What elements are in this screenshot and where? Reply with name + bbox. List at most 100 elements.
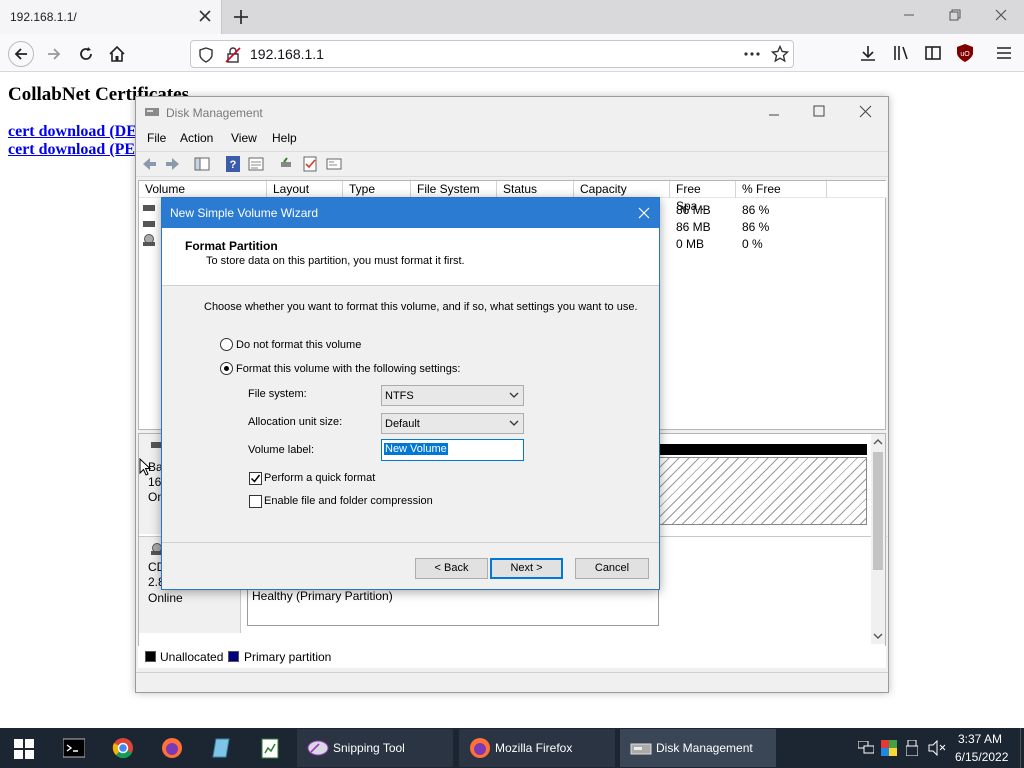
drive-icon: [143, 221, 155, 227]
clock-date[interactable]: 6/15/2022: [955, 750, 1008, 764]
help-icon[interactable]: ?: [226, 156, 240, 172]
menu-view[interactable]: View: [231, 131, 257, 145]
menu-action[interactable]: Action: [180, 131, 213, 145]
quick-format-label[interactable]: Perform a quick format: [264, 472, 375, 484]
page-actions-icon[interactable]: [743, 46, 761, 62]
show-hide-console-tree-icon[interactable]: [194, 156, 210, 172]
network-icon[interactable]: [858, 741, 874, 755]
radio-selected-dot: [224, 366, 229, 371]
connect-icon[interactable]: [278, 156, 294, 172]
close-icon[interactable]: [638, 207, 650, 219]
show-desktop-button[interactable]: [1020, 728, 1024, 768]
menu-help[interactable]: Help: [272, 131, 297, 145]
color-settings-icon[interactable]: [881, 740, 897, 756]
radio-do-not-format[interactable]: [220, 338, 233, 351]
cert-download-link-1[interactable]: cert download (DE: [8, 123, 137, 141]
spreadsheet-app-icon[interactable]: [259, 737, 281, 759]
wizard-page-subtitle: To store data on this partition, you mus…: [206, 255, 465, 267]
tab-active[interactable]: 192.168.1.1/: [0, 0, 222, 34]
back-icon[interactable]: [8, 41, 34, 67]
file-system-select[interactable]: NTFS: [381, 385, 524, 406]
checklist-icon[interactable]: [302, 156, 318, 172]
notepad-app-icon[interactable]: [210, 737, 232, 759]
unallocated-region[interactable]: [659, 457, 867, 525]
scroll-thumb[interactable]: [873, 452, 883, 570]
new-tab-icon[interactable]: [232, 8, 250, 26]
insecure-lock-icon[interactable]: [225, 47, 241, 63]
column-type[interactable]: Type: [343, 181, 411, 198]
sidebar-icon[interactable]: [924, 44, 942, 62]
disk-management-icon: [630, 739, 652, 757]
chrome-icon[interactable]: [112, 737, 134, 759]
library-icon[interactable]: [892, 44, 910, 62]
disk-management-app-icon: [144, 105, 160, 119]
back-arrow-icon[interactable]: [142, 156, 158, 172]
clock-time[interactable]: 3:37 AM: [958, 732, 1002, 746]
allocation-unit-label: Allocation unit size:: [248, 416, 343, 428]
allocation-unit-select[interactable]: Default: [381, 413, 524, 434]
close-icon[interactable]: [859, 105, 872, 118]
volume-label-input[interactable]: New Volume: [381, 439, 524, 461]
bookmark-star-icon[interactable]: [771, 45, 789, 63]
reload-icon[interactable]: [74, 42, 98, 66]
taskbar-snipping-tool[interactable]: Snipping Tool: [297, 729, 453, 767]
graph-scrollbar[interactable]: [871, 434, 885, 644]
row-2-free-space: 86 MB: [676, 220, 711, 234]
taskbar-mozilla-firefox[interactable]: Mozilla Firefox: [459, 729, 615, 767]
view-icon[interactable]: [326, 156, 342, 172]
shield-icon[interactable]: [199, 47, 213, 63]
column-status[interactable]: Status: [497, 181, 574, 198]
wizard-titlebar: New Simple Volume Wizard: [162, 198, 659, 228]
compression-checkbox[interactable]: [249, 495, 262, 508]
properties-icon[interactable]: [248, 156, 264, 172]
column-layout[interactable]: Layout: [267, 181, 343, 198]
taskbar-disk-management-label: Disk Management: [656, 741, 753, 755]
window-title: Disk Management: [166, 106, 263, 120]
close-tab-icon[interactable]: [198, 9, 212, 23]
radio-format-volume[interactable]: [220, 362, 233, 375]
firefox-icon[interactable]: [161, 737, 183, 759]
forward-icon[interactable]: [42, 42, 66, 66]
column-volume[interactable]: Volume: [139, 181, 267, 198]
command-prompt-icon[interactable]: [63, 738, 85, 758]
ublock-origin-icon[interactable]: uO: [956, 43, 974, 63]
usb-eject-icon[interactable]: [906, 740, 918, 756]
svg-text:uO: uO: [960, 51, 970, 58]
drive-icon: [143, 205, 155, 211]
compression-label[interactable]: Enable file and folder compression: [264, 495, 433, 507]
maximize-icon[interactable]: [813, 105, 825, 117]
radio-format-volume-label[interactable]: Format this volume with the following se…: [236, 363, 460, 375]
firefox-icon: [469, 737, 491, 759]
partition-status: Healthy (Primary Partition): [252, 589, 393, 603]
restore-icon[interactable]: [948, 8, 962, 22]
minimize-icon[interactable]: [768, 109, 780, 121]
column-file-system[interactable]: File System: [411, 181, 497, 198]
windows-start-icon[interactable]: [14, 739, 34, 759]
downloads-icon[interactable]: [859, 44, 877, 62]
cert-download-link-2[interactable]: cert download (PE: [8, 141, 135, 159]
home-icon[interactable]: [105, 42, 129, 66]
row-1-free-space: 86 MB: [676, 203, 711, 217]
column-capacity[interactable]: Capacity: [574, 181, 670, 198]
radio-do-not-format-label[interactable]: Do not format this volume: [236, 339, 361, 351]
forward-arrow-icon[interactable]: [164, 156, 180, 172]
row-3-percent-free: 0 %: [742, 237, 763, 251]
next-button[interactable]: Next >: [490, 558, 563, 579]
quick-format-checkbox[interactable]: [249, 472, 262, 485]
menu-file[interactable]: File: [147, 131, 166, 145]
column-percent-free[interactable]: % Free: [736, 181, 827, 198]
back-button[interactable]: < Back: [415, 558, 488, 579]
cancel-button[interactable]: Cancel: [575, 558, 649, 579]
format-instruction: Choose whether you want to format this v…: [204, 301, 638, 313]
minimize-icon[interactable]: [902, 8, 916, 22]
wizard-header: Format Partition To store data on this p…: [162, 228, 659, 286]
scroll-up-icon[interactable]: [873, 438, 883, 446]
cdrom-partition[interactable]: Healthy (Primary Partition): [247, 584, 659, 626]
app-menu-icon[interactable]: [996, 45, 1012, 61]
scroll-down-icon[interactable]: [873, 632, 883, 640]
volume-muted-icon[interactable]: [928, 740, 946, 756]
close-window-icon[interactable]: [994, 8, 1008, 22]
column-free-space[interactable]: Free Spa...: [670, 181, 736, 213]
taskbar-disk-management[interactable]: Disk Management: [620, 729, 776, 767]
new-simple-volume-wizard: New Simple Volume Wizard Format Partitio…: [161, 197, 660, 590]
